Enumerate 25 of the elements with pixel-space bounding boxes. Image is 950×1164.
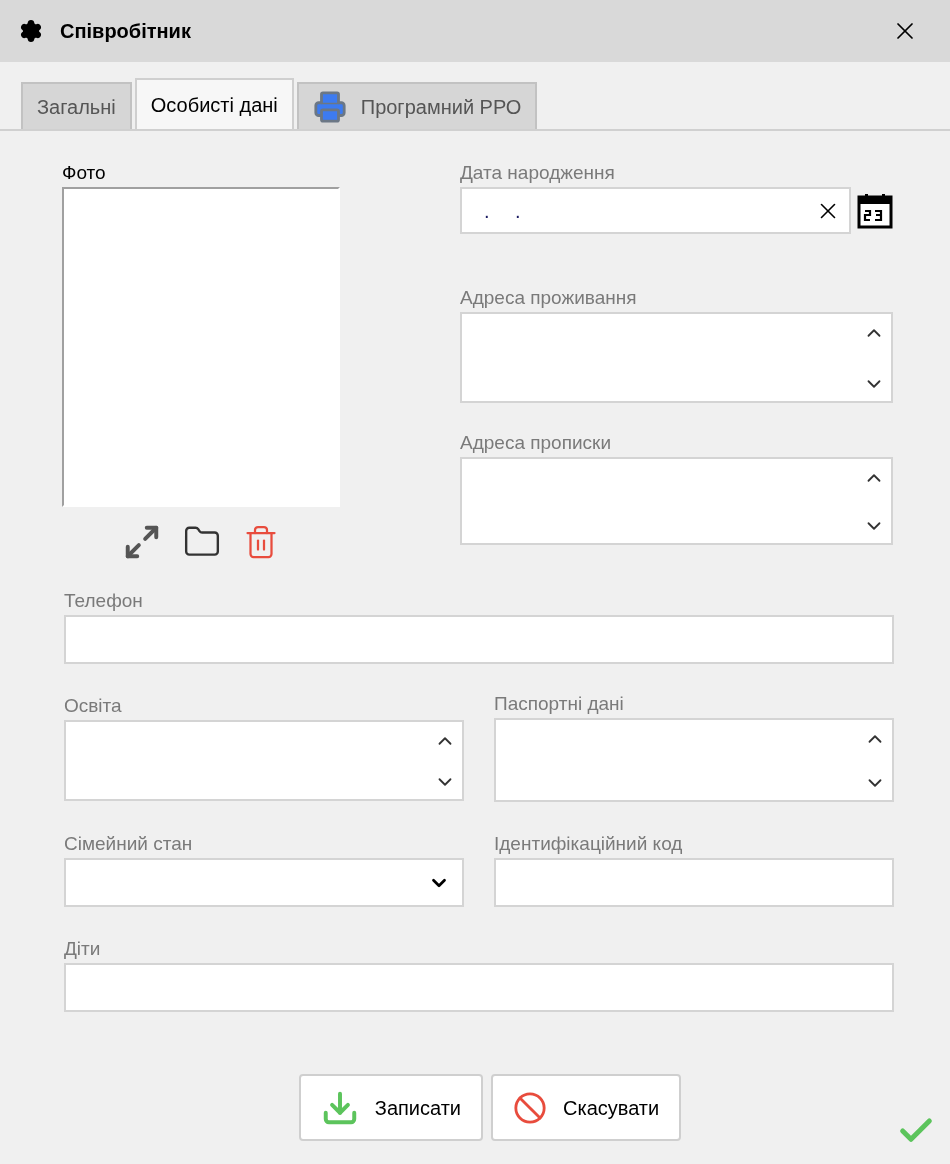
tab[interactable]: Загальні (21, 82, 132, 129)
date-field[interactable]: . . (460, 187, 851, 234)
input-field[interactable] (64, 615, 894, 664)
field-label: Паспортні дані (494, 692, 625, 716)
field-label: Освіта (64, 694, 123, 718)
tab[interactable]: Особисті дані (134, 78, 294, 129)
field-label: Діти (64, 937, 102, 961)
save-button[interactable]: Записати (298, 1074, 484, 1141)
field-label: Адреса прописки (460, 431, 612, 455)
field-label: Ідентифікаційний код (494, 832, 684, 856)
window-title: Співробітник (60, 19, 191, 44)
field-label: Дата народження (460, 161, 616, 185)
calendar-icon[interactable] (857, 192, 893, 229)
input-field[interactable] (64, 963, 894, 1012)
field-label: Фото (62, 161, 107, 185)
field-label: Сімейний стан (64, 832, 194, 856)
cancel-button[interactable]: Скасувати (491, 1074, 682, 1141)
forbidden-icon (513, 1090, 548, 1125)
tab[interactable]: Програмний РРО (296, 82, 538, 129)
input-field[interactable] (494, 858, 894, 907)
date-value: . . (484, 198, 532, 224)
expand-icon[interactable] (123, 523, 161, 561)
field-label: Адреса проживання (460, 286, 638, 310)
field-label: Телефон (64, 589, 144, 613)
printer-icon (312, 89, 347, 124)
